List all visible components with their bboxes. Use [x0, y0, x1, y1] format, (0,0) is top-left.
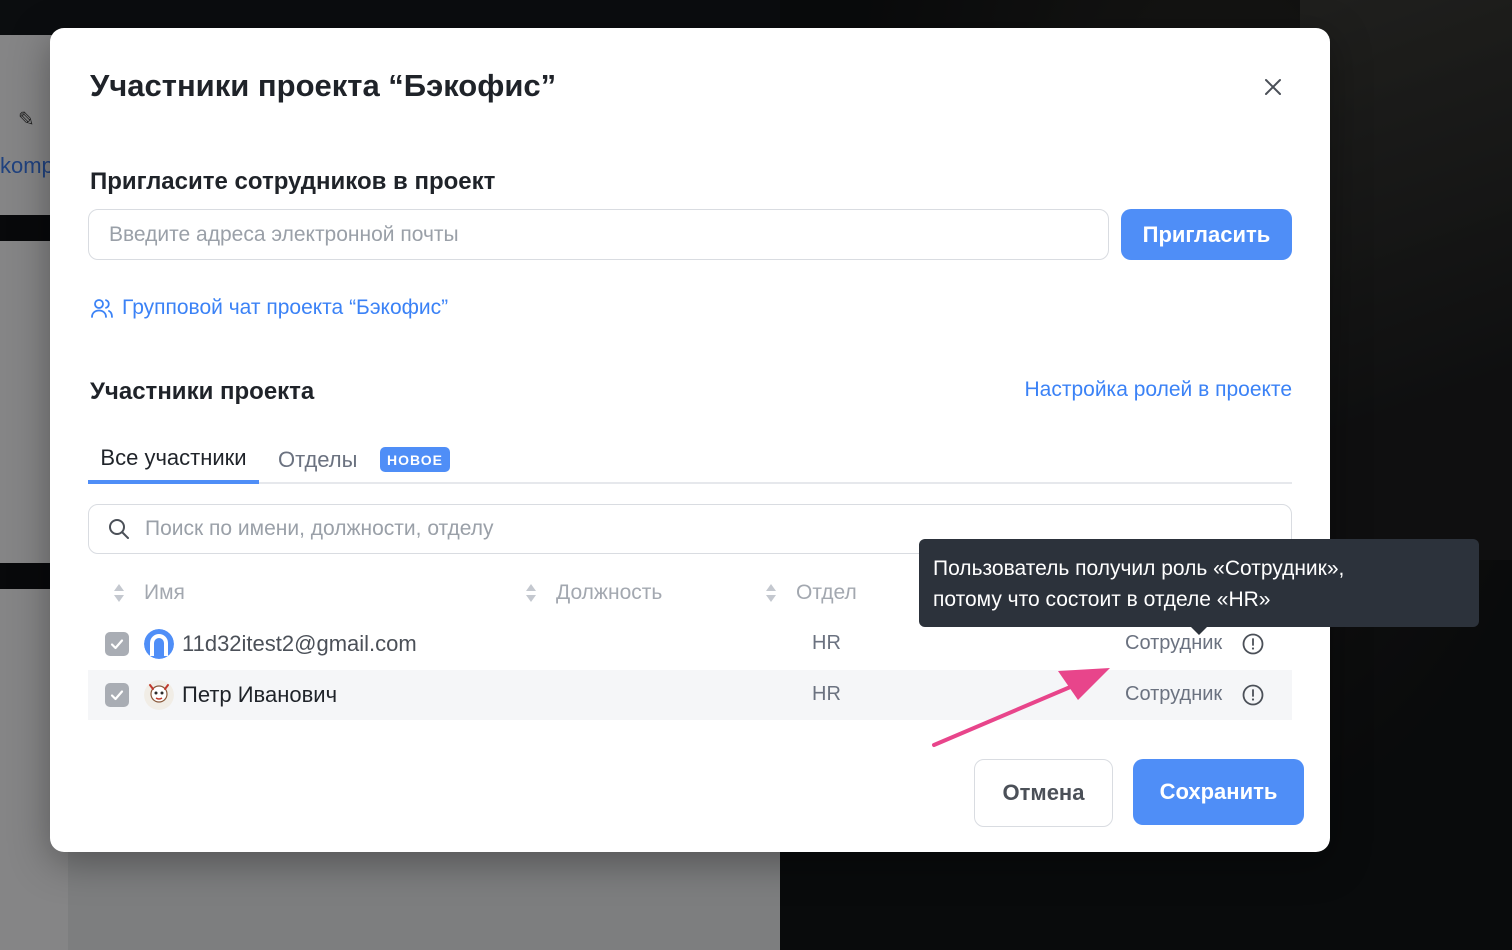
- invite-button[interactable]: Пригласить: [1121, 209, 1292, 260]
- member-role: Сотрудник: [1125, 632, 1223, 654]
- members-tabs: Все участники Отделы НОВОЕ: [88, 436, 1292, 484]
- column-header-department-label: Отдел: [796, 581, 857, 604]
- check-icon: [110, 639, 124, 650]
- new-badge: НОВОЕ: [380, 447, 450, 472]
- column-header-name-label: Имя: [144, 581, 185, 604]
- group-chat-link-label: Групповой чат проекта “Бэкофис”: [122, 296, 449, 319]
- roles-settings-link[interactable]: Настройка ролей в проекте: [1025, 378, 1293, 402]
- save-button[interactable]: Сохранить: [1133, 759, 1304, 825]
- member-department: HR: [812, 683, 841, 705]
- invite-section-title: Пригласите сотрудников в проект: [90, 168, 496, 195]
- member-department: HR: [812, 632, 841, 654]
- member-name: Петр Иванович: [182, 682, 338, 707]
- search-icon: [109, 519, 129, 539]
- member-name: 11d32itest2@gmail.com: [182, 631, 417, 656]
- check-icon: [110, 690, 124, 701]
- sort-icon: [766, 584, 776, 602]
- info-icon[interactable]: [1241, 632, 1265, 656]
- member-role: Сотрудник: [1125, 683, 1223, 705]
- row-checkbox[interactable]: [105, 683, 129, 707]
- close-button[interactable]: [1258, 72, 1288, 102]
- group-chat-link[interactable]: Групповой чат проекта “Бэкофис”: [90, 296, 448, 320]
- user-avatar: [144, 680, 174, 710]
- default-avatar-icon: [144, 629, 174, 659]
- project-members-modal: Участники проекта “Бэкофис” Пригласите с…: [50, 28, 1330, 852]
- users-icon: [91, 299, 113, 318]
- sort-icon: [526, 584, 536, 602]
- tab-all-members[interactable]: Все участники: [88, 436, 259, 484]
- row-checkbox[interactable]: [105, 632, 129, 656]
- sort-icon: [114, 584, 124, 602]
- column-header-name[interactable]: Имя: [112, 581, 185, 605]
- cancel-button[interactable]: Отмена: [974, 759, 1113, 827]
- tooltip-arrow: [1190, 626, 1208, 635]
- column-header-position[interactable]: Должность: [524, 581, 662, 605]
- table-row: Петр Иванович HR Сотрудник: [88, 670, 1292, 720]
- tooltip-line: Пользователь получил роль «Сотрудник»,: [933, 557, 1345, 580]
- info-icon[interactable]: [1241, 683, 1265, 707]
- email-input[interactable]: [88, 209, 1109, 260]
- tab-departments[interactable]: Отделы: [278, 436, 357, 484]
- tooltip-line: потому что состоит в отделе «HR»: [933, 588, 1271, 611]
- column-header-position-label: Должность: [556, 581, 663, 604]
- column-header-department[interactable]: Отдел: [764, 581, 857, 605]
- role-tooltip: Пользователь получил роль «Сотрудник», п…: [919, 539, 1479, 627]
- modal-title: Участники проекта “Бэкофис”: [90, 68, 557, 103]
- members-title: Участники проекта: [90, 378, 315, 405]
- close-icon: [1265, 79, 1281, 95]
